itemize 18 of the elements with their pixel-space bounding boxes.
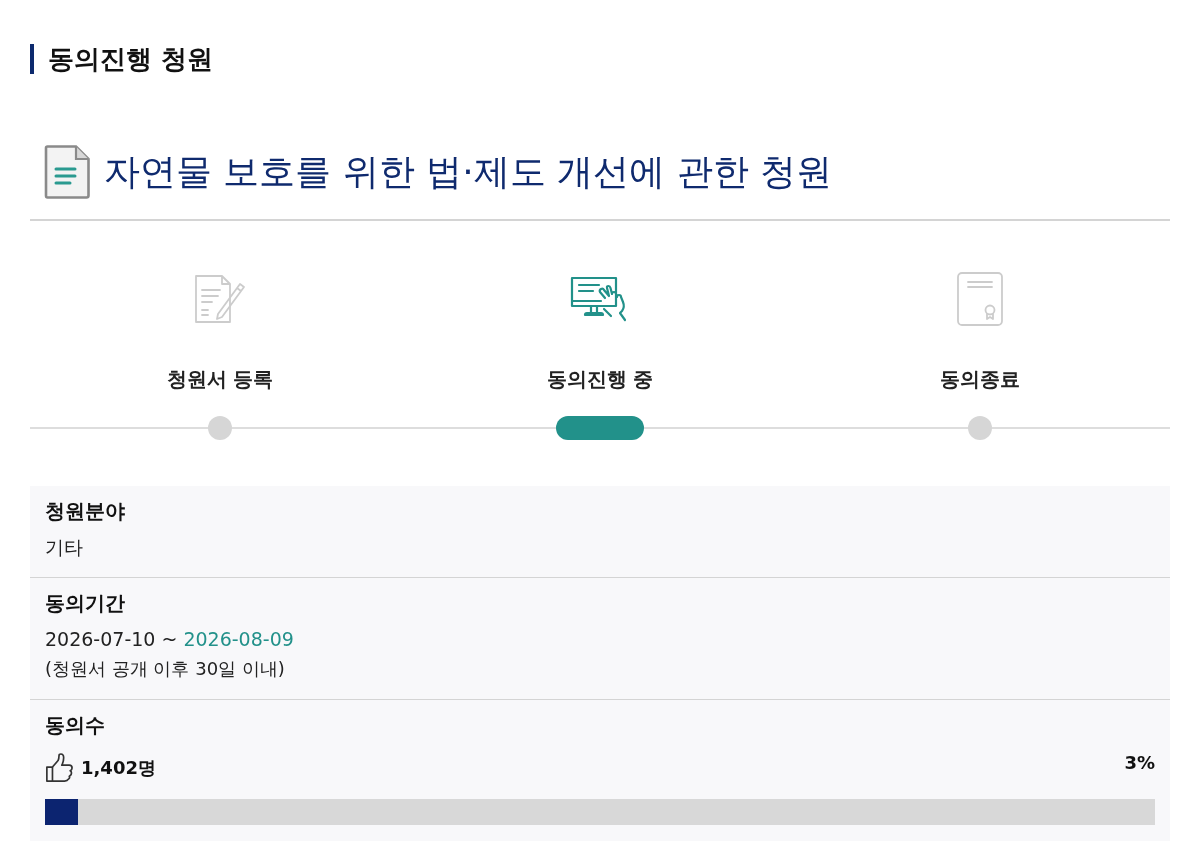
- document-icon: [44, 145, 90, 199]
- step-label: 동의진행 중: [546, 366, 654, 393]
- petition-title: 자연물 보호를 위한 법·제도 개선에 관한 청원: [104, 150, 833, 194]
- certificate-icon: [956, 271, 1004, 327]
- field-label: 동의수: [45, 712, 105, 739]
- step-label: 동의종료: [940, 366, 1020, 393]
- step-label: 청원서 등록: [166, 366, 274, 393]
- field-value: 기타: [45, 535, 83, 560]
- agree-count: 1,402명: [81, 756, 156, 780]
- field-label: 동의기간: [45, 590, 125, 617]
- percent-text: 3%: [1124, 751, 1155, 773]
- end-date: 2026-08-09: [183, 627, 294, 652]
- thumbs-up-icon: [45, 753, 73, 783]
- field-label: 청원분야: [45, 498, 125, 525]
- start-date: 2026-07-10 ~: [45, 627, 178, 652]
- period-note: (청원서 공개 이후 30일 이내): [45, 657, 285, 681]
- section-heading: 동의진행 청원: [30, 44, 214, 74]
- document-pencil-icon: [194, 274, 246, 324]
